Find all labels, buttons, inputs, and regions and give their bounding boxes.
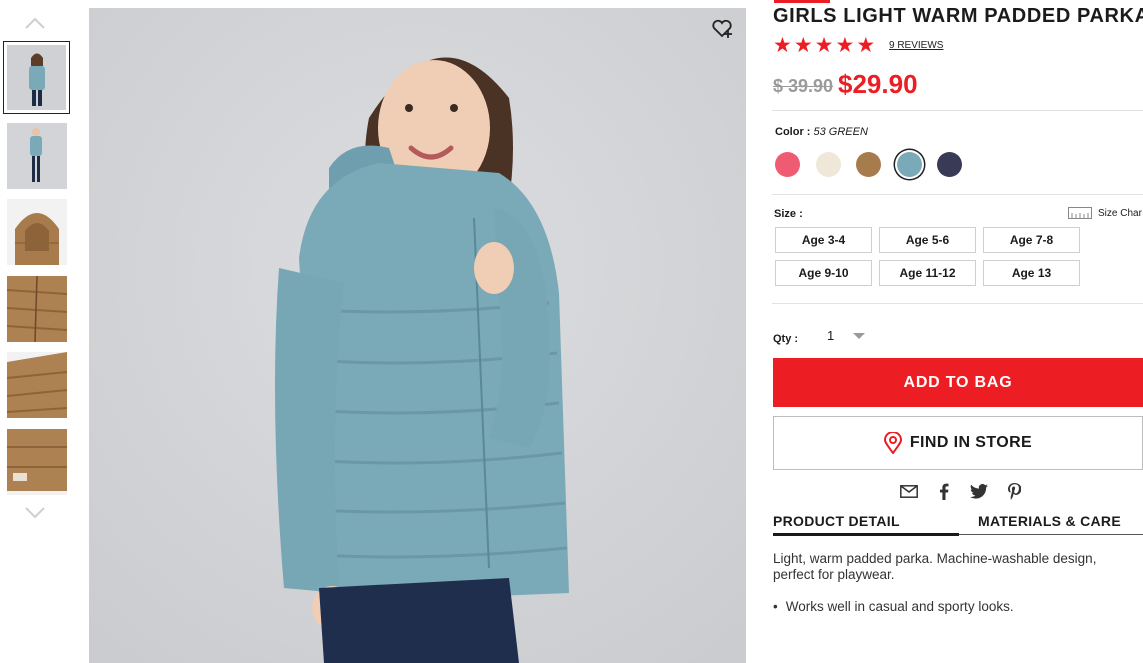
size-option-age-5-6[interactable]: Age 5-6 [879, 227, 976, 253]
model-illustration [89, 8, 746, 663]
color-value: 53 GREEN [813, 126, 868, 138]
size-chart-label: Size Char [1098, 207, 1142, 219]
product-details-panel: GIRLS LIGHT WARM PADDED PARKA ★ ★ ★ ★ ★ … [772, 0, 1143, 663]
color-swatch-cream[interactable] [815, 152, 841, 177]
tab-underline [959, 534, 1143, 535]
tab-materials-care[interactable]: MATERIALS & CARE [978, 513, 1121, 529]
size-label: Size : [774, 208, 803, 220]
ruler-icon [1068, 207, 1092, 219]
promo-tag-strip [774, 0, 830, 3]
mail-icon[interactable] [900, 482, 918, 500]
star-icon: ★ [856, 34, 876, 57]
scroll-down-arrow-icon[interactable] [24, 506, 46, 520]
reviews-link[interactable]: 9 REVIEWS [889, 40, 943, 51]
active-tab-indicator [773, 533, 959, 536]
description-bullet: • Works well in casual and sporty looks. [773, 599, 1014, 614]
find-in-store-button[interactable]: FIND IN STORE [773, 416, 1143, 470]
thumbnail-2[interactable] [7, 123, 67, 189]
size-option-age-13[interactable]: Age 13 [983, 260, 1080, 286]
color-label-text: Color : [775, 126, 811, 138]
thumbnail-1[interactable] [3, 41, 70, 114]
qty-label: Qty : [773, 333, 799, 345]
add-to-bag-button[interactable]: ADD TO BAG [773, 358, 1143, 407]
thumbnail-strip [0, 0, 72, 663]
divider [772, 303, 1143, 304]
thumbnail-4[interactable] [7, 276, 67, 342]
size-option-age-3-4[interactable]: Age 3-4 [775, 227, 872, 253]
qty-dropdown-caret-icon[interactable] [853, 333, 865, 339]
size-option-age-9-10[interactable]: Age 9-10 [775, 260, 872, 286]
find-in-store-label: FIND IN STORE [909, 434, 1033, 451]
color-label: Color : 53 GREEN [775, 126, 868, 138]
product-title: GIRLS LIGHT WARM PADDED PARKA [773, 5, 1143, 27]
bullet-dot: • [773, 599, 778, 614]
twitter-icon[interactable] [970, 482, 988, 500]
sale-price: $29.90 [838, 69, 918, 99]
pinterest-icon[interactable] [1005, 482, 1023, 500]
divider [772, 110, 1143, 111]
color-swatch-green-selected[interactable] [896, 152, 922, 177]
qty-select-value[interactable]: 1 [827, 328, 834, 343]
share-icons [900, 482, 1023, 500]
main-product-image [89, 8, 746, 663]
product-tabs: PRODUCT DETAIL MATERIALS & CARE [773, 513, 1143, 536]
product-description: Light, warm padded parka. Machine-washab… [773, 551, 1097, 582]
thumbnail-3[interactable] [7, 199, 67, 265]
star-icon: ★ [793, 34, 813, 57]
size-options: Age 3-4 Age 5-6 Age 7-8 Age 9-10 Age 11-… [775, 227, 1080, 286]
size-chart-link[interactable]: Size Char [1068, 207, 1142, 219]
color-swatch-navy[interactable] [937, 152, 962, 177]
thumbnail-6[interactable] [7, 429, 67, 495]
size-option-age-7-8[interactable]: Age 7-8 [983, 227, 1080, 253]
location-pin-icon [883, 432, 902, 454]
color-swatches [775, 152, 978, 177]
bullet-text: Works well in casual and sporty looks. [785, 599, 1014, 614]
star-icon: ★ [814, 34, 834, 57]
rating-stars: ★ ★ ★ ★ ★ [773, 34, 876, 57]
tab-product-detail[interactable]: PRODUCT DETAIL [773, 513, 900, 529]
original-price: $ 39.90 [773, 76, 834, 96]
scroll-up-arrow-icon[interactable] [24, 16, 46, 30]
color-swatch-pink[interactable] [775, 152, 800, 177]
star-icon: ★ [835, 34, 855, 57]
size-option-age-11-12[interactable]: Age 11-12 [879, 260, 976, 286]
add-to-wishlist-heart-icon[interactable] [710, 16, 734, 40]
thumbnail-5[interactable] [7, 352, 67, 418]
star-icon: ★ [773, 34, 792, 57]
facebook-icon[interactable] [935, 482, 953, 500]
divider [772, 194, 1143, 195]
color-swatch-brown[interactable] [856, 152, 881, 177]
